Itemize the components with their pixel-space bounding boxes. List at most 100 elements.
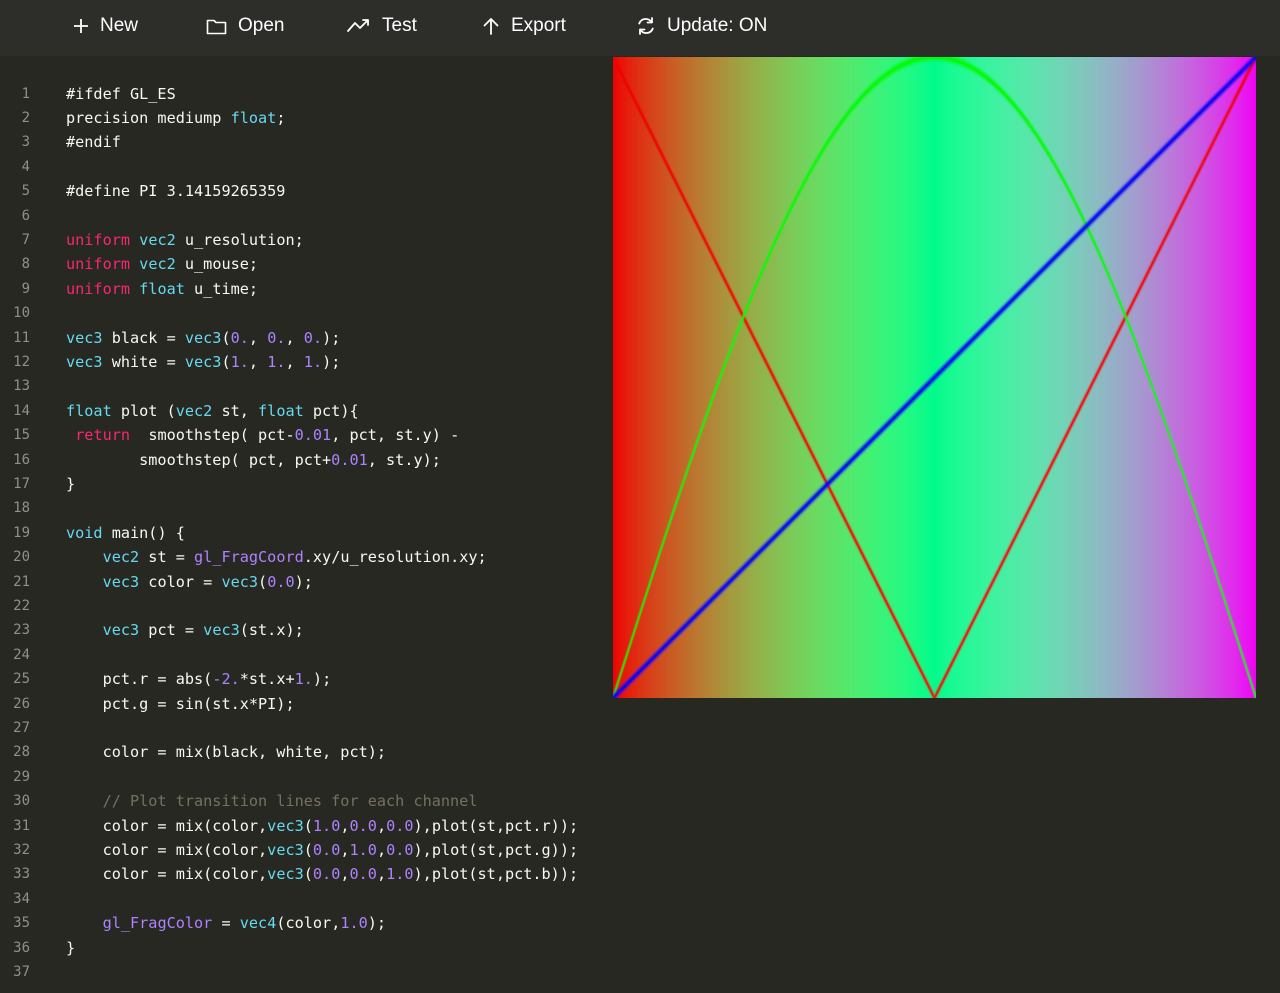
open-label: Open <box>238 15 285 36</box>
code-token: 0.0 <box>312 865 341 884</box>
line-number: 24 <box>13 646 30 663</box>
code-token: , <box>248 353 268 371</box>
code-token: ); <box>322 328 341 347</box>
code-token: 0.01 <box>294 426 332 445</box>
code-token: smoothstep( pct- <box>130 426 295 445</box>
code-token: vec3 <box>66 353 103 371</box>
code-token: white = <box>102 353 185 371</box>
code-line: } <box>66 936 75 960</box>
line-number: 14 <box>13 402 30 419</box>
test-button[interactable]: Test <box>347 0 417 52</box>
line-number: 19 <box>13 524 30 541</box>
line-number: 28 <box>13 744 30 761</box>
open-button[interactable]: Open <box>206 0 284 52</box>
code-token: vec3 <box>66 328 103 347</box>
line-number: 1 <box>21 85 30 102</box>
line-number: 12 <box>13 354 30 370</box>
code-token: , <box>340 841 350 859</box>
code-area[interactable]: #ifdef GL_ES precision mediump float; #end… <box>66 56 626 993</box>
code-token: pct){ <box>303 401 359 420</box>
code-token: vec3 <box>203 621 240 640</box>
line-number: 23 <box>13 622 30 639</box>
code-line: pct.r = abs(-2.*st.x+1.); <box>66 667 332 691</box>
line-number: 11 <box>13 329 30 346</box>
line-number: 8 <box>21 256 30 273</box>
code-token: pct.r = abs( <box>66 670 213 689</box>
code-token: (st.x); <box>239 621 304 640</box>
code-token: black = <box>102 328 185 347</box>
code-token: 1.0 <box>349 841 377 859</box>
code-token: ); <box>294 572 313 591</box>
code-line: #endif <box>66 130 121 154</box>
code-token: -2. <box>212 670 240 689</box>
code-token: ( <box>221 353 231 371</box>
code-token: } <box>66 475 76 493</box>
code-token: vec3 <box>102 621 140 640</box>
update-toggle[interactable]: Update: ON <box>636 0 767 52</box>
code-token: 0.01 <box>331 450 368 469</box>
code-token: 1. <box>267 353 286 371</box>
refresh-icon <box>638 17 654 35</box>
arrow-up-icon <box>483 18 499 35</box>
line-number: 32 <box>13 842 30 858</box>
code-token: , <box>340 865 350 884</box>
code-token: vec2 <box>139 231 176 249</box>
line-number: 34 <box>13 890 30 907</box>
line-number: 26 <box>13 695 30 712</box>
new-button[interactable]: New <box>73 0 138 52</box>
code-token: color = mix(color, <box>66 865 268 884</box>
code-token: pct.g = sin(st.x*PI); <box>66 694 295 713</box>
code-token: 0. <box>303 328 323 347</box>
shader-preview-canvas[interactable] <box>613 57 1256 698</box>
line-number: 20 <box>13 549 30 566</box>
code-token: #ifdef GL_ES <box>66 84 176 103</box>
code-token: ),plot(st,pct.g)); <box>413 841 579 859</box>
code-token: st = <box>139 548 195 567</box>
code-line: // Plot transition lines for each channe… <box>66 789 478 813</box>
line-number: 31 <box>13 817 30 834</box>
code-token: 0.0 <box>312 841 341 859</box>
line-number: 37 <box>13 964 30 980</box>
export-button[interactable]: Export <box>482 0 566 52</box>
code-token: uniform <box>66 255 131 274</box>
line-number: 18 <box>13 500 30 517</box>
new-label: New <box>100 15 139 36</box>
test-label: Test <box>382 15 417 36</box>
code-line: return smoothstep( pct-0.01, pct, st.y) … <box>66 423 459 447</box>
line-number: 16 <box>13 451 30 468</box>
line-number: 2 <box>21 110 30 126</box>
code-token: 0.0 <box>349 865 377 884</box>
code-line: vec3 black = vec3(0., 0., 0.); <box>66 326 340 350</box>
line-number: 5 <box>21 183 30 200</box>
trend-line-icon <box>347 19 369 32</box>
code-token: ( <box>221 328 231 347</box>
code-token: u_time; <box>184 279 259 298</box>
code-line: #ifdef GL_ES <box>66 82 176 106</box>
code-token: color = mix(color, <box>66 816 268 835</box>
code-token: pct = <box>139 621 204 640</box>
code-token: #endif <box>66 133 121 152</box>
code-line: vec3 white = vec3(1., 1., 1.); <box>66 350 340 374</box>
line-number: 15 <box>13 427 30 444</box>
code-token: 1.0 <box>386 865 414 884</box>
code-token: vec3 <box>221 572 259 591</box>
code-token: ( <box>303 816 313 835</box>
code-token: ); <box>367 914 387 933</box>
code-token: vec2 <box>102 548 140 567</box>
code-token: vec4 <box>239 914 277 933</box>
code-line: color = mix(color,vec3(0.0,1.0,0.0),plot… <box>66 838 579 862</box>
code-token: ),plot(st,pct.b)); <box>413 865 579 884</box>
code-token: , <box>285 353 304 371</box>
line-number: 9 <box>21 280 30 297</box>
code-token: ); <box>322 353 341 371</box>
code-token: 0.0 <box>349 816 377 835</box>
plus-icon <box>74 19 88 33</box>
code-token: , st.y); <box>367 450 441 469</box>
code-token: gl_FragCoord <box>194 548 304 567</box>
line-number: 4 <box>21 158 30 175</box>
code-line: vec3 color = vec3(0.0); <box>66 570 313 594</box>
